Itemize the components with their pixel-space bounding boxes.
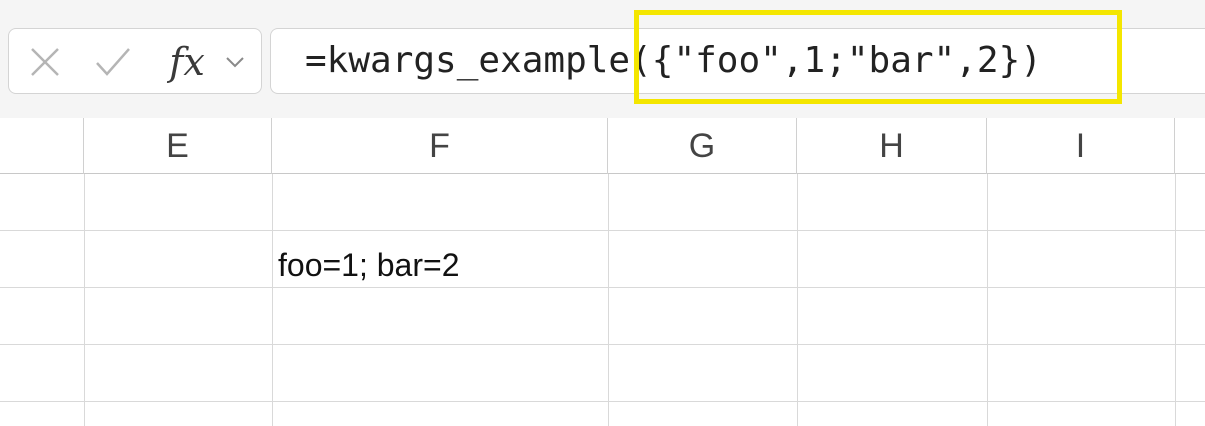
grid-line [608, 174, 609, 426]
formula-bar: fx =kwargs_example({"foo",1;"bar",2}) [0, 0, 1205, 118]
cell-f2[interactable]: foo=1; bar=2 [272, 237, 608, 293]
formula-text: =kwargs_example({"foo",1;"bar",2}) [305, 40, 1042, 81]
enter-button[interactable] [91, 39, 135, 85]
check-icon [94, 45, 132, 79]
column-header-h[interactable]: H [797, 118, 987, 174]
grid-line [987, 174, 988, 426]
column-header-f[interactable]: F [272, 118, 608, 174]
column-header-g[interactable]: G [608, 118, 797, 174]
grid-line [1175, 174, 1176, 426]
formula-input[interactable]: =kwargs_example({"foo",1;"bar",2}) [270, 28, 1205, 94]
column-header-i[interactable]: I [987, 118, 1175, 174]
formula-bar-controls: fx [8, 28, 262, 94]
function-icon: fx [169, 40, 205, 84]
close-icon [28, 45, 62, 79]
insert-function-button[interactable]: fx [159, 39, 215, 85]
grid-line [0, 344, 1205, 345]
column-header-row: E F G H I [0, 118, 1205, 174]
cell-grid[interactable]: foo=1; bar=2 [0, 174, 1205, 426]
row-header-corner [0, 118, 84, 174]
grid-line [84, 174, 85, 426]
function-dropdown-button[interactable] [219, 39, 251, 85]
chevron-down-icon [225, 55, 245, 69]
grid-line [0, 401, 1205, 402]
grid-line [797, 174, 798, 426]
cancel-button[interactable] [23, 39, 67, 85]
grid-line [0, 230, 1205, 231]
grid-line [272, 174, 273, 426]
column-header-e[interactable]: E [84, 118, 272, 174]
